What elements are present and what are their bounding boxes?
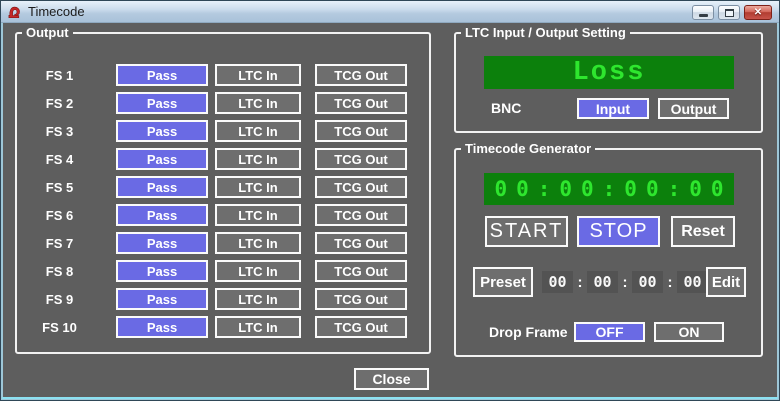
fs-label: FS 9 — [17, 288, 102, 310]
reset-button[interactable]: Reset — [671, 216, 735, 247]
timecode-window: Timecode ✕ Output FS 1 Pass LTC In TCG O… — [0, 0, 780, 401]
ltc-in-button[interactable]: LTC In — [215, 288, 301, 310]
fs-label: FS 10 — [17, 316, 102, 338]
bnc-output-button[interactable]: Output — [658, 98, 729, 119]
ltc-in-button[interactable]: LTC In — [215, 64, 301, 86]
tcg-out-button[interactable]: TCG Out — [315, 120, 407, 142]
tcg-out-button[interactable]: TCG Out — [315, 176, 407, 198]
ltc-in-button[interactable]: LTC In — [215, 148, 301, 170]
fs-label: FS 2 — [17, 92, 102, 114]
ltc-in-button[interactable]: LTC In — [215, 232, 301, 254]
output-row-fs7: FS 7 Pass LTC In TCG Out — [17, 232, 429, 254]
output-row-fs8: FS 8 Pass LTC In TCG Out — [17, 260, 429, 282]
minimize-icon — [699, 14, 708, 17]
tcg-out-button[interactable]: TCG Out — [315, 288, 407, 310]
ltc-in-button[interactable]: LTC In — [215, 204, 301, 226]
tcg-out-button[interactable]: TCG Out — [315, 92, 407, 114]
colon-separator: : — [573, 274, 587, 291]
output-row-fs6: FS 6 Pass LTC In TCG Out — [17, 204, 429, 226]
colon-separator: : — [663, 274, 677, 291]
titlebar[interactable]: Timecode ✕ — [1, 1, 779, 23]
fs-label: FS 4 — [17, 148, 102, 170]
drop-frame-label: Drop Frame — [489, 322, 568, 342]
pass-button[interactable]: Pass — [116, 120, 208, 142]
fs-label: FS 6 — [17, 204, 102, 226]
ltc-setting-group: LTC Input / Output Setting Loss BNC Inpu… — [454, 32, 763, 133]
preset-timecode-fields: 00 : 00 : 00 : 00 — [542, 271, 708, 293]
ltc-in-button[interactable]: LTC In — [215, 260, 301, 282]
close-dialog-button[interactable]: Close — [354, 368, 429, 390]
pass-button[interactable]: Pass — [116, 232, 208, 254]
fs-label: FS 3 — [17, 120, 102, 142]
pass-button[interactable]: Pass — [116, 148, 208, 170]
edit-button[interactable]: Edit — [706, 267, 746, 297]
output-row-fs4: FS 4 Pass LTC In TCG Out — [17, 148, 429, 170]
drop-frame-on-button[interactable]: ON — [654, 322, 724, 342]
preset-button[interactable]: Preset — [473, 267, 533, 297]
ltc-in-button[interactable]: LTC In — [215, 92, 301, 114]
timecode-display: 00:00:00:00 — [484, 173, 734, 205]
ltc-in-button[interactable]: LTC In — [215, 316, 301, 338]
output-row-fs9: FS 9 Pass LTC In TCG Out — [17, 288, 429, 310]
fs-label: FS 8 — [17, 260, 102, 282]
preset-seconds-field[interactable]: 00 — [632, 271, 663, 293]
pass-button[interactable]: Pass — [116, 92, 208, 114]
pass-button[interactable]: Pass — [116, 316, 208, 338]
preset-frames-field[interactable]: 00 — [677, 271, 708, 293]
tcg-out-button[interactable]: TCG Out — [315, 204, 407, 226]
close-window-button[interactable]: ✕ — [744, 5, 772, 20]
pass-button[interactable]: Pass — [116, 288, 208, 310]
window-controls: ✕ — [692, 5, 772, 20]
ltc-status-display: Loss — [484, 56, 734, 89]
ltc-group-title: LTC Input / Output Setting — [461, 25, 630, 40]
generator-group-title: Timecode Generator — [461, 141, 595, 156]
maximize-button[interactable] — [718, 5, 740, 20]
output-row-fs3: FS 3 Pass LTC In TCG Out — [17, 120, 429, 142]
output-rows: FS 1 Pass LTC In TCG Out FS 2 Pass LTC I… — [17, 64, 429, 338]
output-row-fs2: FS 2 Pass LTC In TCG Out — [17, 92, 429, 114]
fs-label: FS 7 — [17, 232, 102, 254]
tcg-out-button[interactable]: TCG Out — [315, 232, 407, 254]
ltc-in-button[interactable]: LTC In — [215, 120, 301, 142]
app-logo-icon — [7, 5, 22, 20]
close-icon: ✕ — [754, 6, 762, 19]
drop-frame-off-button[interactable]: OFF — [574, 322, 645, 342]
window-title: Timecode — [28, 1, 85, 22]
colon-separator: : — [618, 274, 632, 291]
maximize-icon — [725, 9, 734, 17]
tcg-out-button[interactable]: TCG Out — [315, 316, 407, 338]
tcg-out-button[interactable]: TCG Out — [315, 260, 407, 282]
preset-hours-field[interactable]: 00 — [542, 271, 573, 293]
output-row-fs10: FS 10 Pass LTC In TCG Out — [17, 316, 429, 338]
tcg-out-button[interactable]: TCG Out — [315, 148, 407, 170]
pass-button[interactable]: Pass — [116, 64, 208, 86]
preset-minutes-field[interactable]: 00 — [587, 271, 618, 293]
minimize-button[interactable] — [692, 5, 714, 20]
pass-button[interactable]: Pass — [116, 260, 208, 282]
ltc-in-button[interactable]: LTC In — [215, 176, 301, 198]
output-group-title: Output — [22, 25, 73, 40]
start-button[interactable]: START — [485, 216, 568, 247]
tcg-out-button[interactable]: TCG Out — [315, 64, 407, 86]
timecode-generator-group: Timecode Generator 00:00:00:00 START STO… — [454, 148, 763, 357]
output-row-fs5: FS 5 Pass LTC In TCG Out — [17, 176, 429, 198]
bnc-label: BNC — [491, 98, 521, 119]
bnc-input-button[interactable]: Input — [577, 98, 649, 119]
output-group: Output FS 1 Pass LTC In TCG Out FS 2 Pas… — [15, 32, 431, 354]
pass-button[interactable]: Pass — [116, 204, 208, 226]
output-row-fs1: FS 1 Pass LTC In TCG Out — [17, 64, 429, 86]
fs-label: FS 1 — [17, 64, 102, 86]
pass-button[interactable]: Pass — [116, 176, 208, 198]
fs-label: FS 5 — [17, 176, 102, 198]
stop-button[interactable]: STOP — [577, 216, 660, 247]
